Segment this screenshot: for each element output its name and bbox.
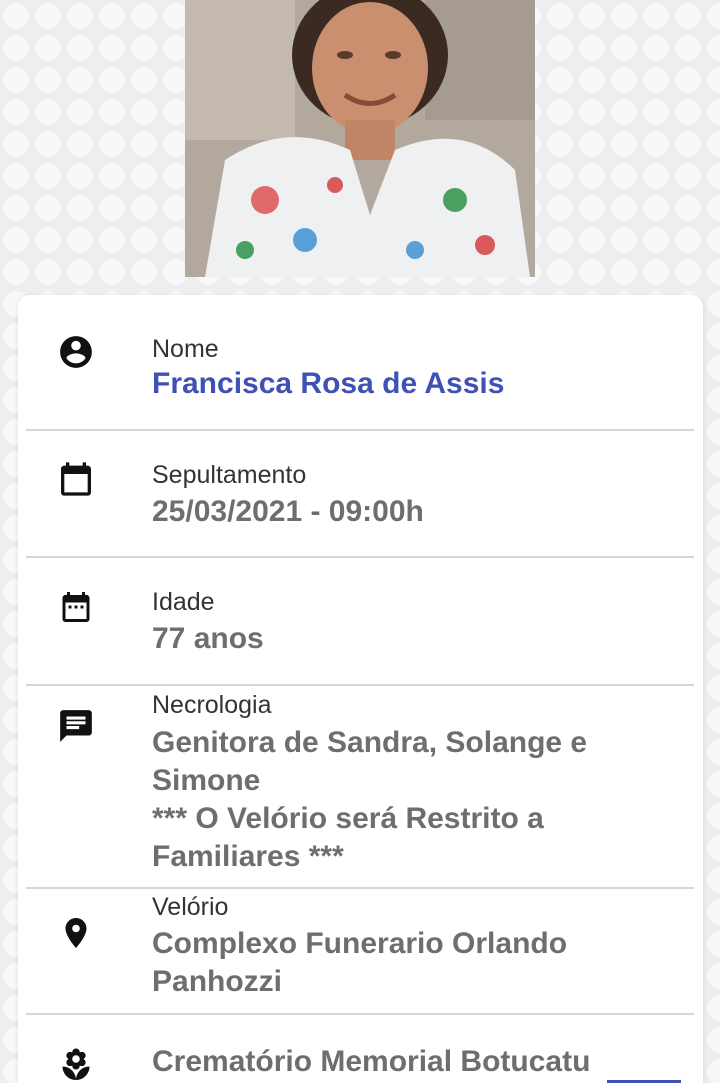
obituary-line: Genitora de Sandra, Solange e: [152, 726, 588, 759]
obituary-text: Genitora de Sandra, Solange e Simone ***…: [152, 724, 672, 876]
wake-location: Complexo Funerario Orlando Panhozzi: [152, 925, 672, 1001]
obituary-line: *** O Velório será Restrito a: [152, 802, 544, 835]
cremation-row: Crematório Memorial Botucatu: [26, 1015, 694, 1083]
wake-line: Complexo Funerario Orlando: [152, 927, 568, 960]
wake-row: Velório Complexo Funerario Orlando Panho…: [26, 889, 694, 1015]
calendar-dots-icon: [56, 587, 96, 627]
wake-label: Velório: [152, 893, 229, 921]
name-value: Francisca Rosa de Assis: [152, 367, 505, 400]
profile-photo: [185, 0, 535, 277]
flower-icon: [56, 1045, 96, 1083]
age-label: Idade: [152, 588, 215, 616]
message-icon: [56, 706, 96, 746]
location-pin-icon: [56, 913, 96, 953]
name-row: Nome Francisca Rosa de Assis: [26, 295, 694, 431]
info-card: Nome Francisca Rosa de Assis Sepultament…: [18, 295, 703, 1083]
obituary-row: Necrologia Genitora de Sandra, Solange e…: [26, 686, 694, 889]
burial-row: Sepultamento 25/03/2021 - 09:00h: [26, 431, 694, 558]
name-label: Nome: [152, 335, 219, 363]
obituary-line: Simone: [152, 764, 261, 797]
wake-line: Panhozzi: [152, 965, 283, 998]
age-row: Idade 77 anos: [26, 558, 694, 686]
age-value: 77 anos: [152, 622, 264, 655]
person-circle-icon: [56, 332, 96, 372]
burial-label: Sepultamento: [152, 461, 307, 489]
calendar-icon: [56, 459, 96, 499]
obituary-line: Familiares ***: [152, 840, 344, 873]
obituary-label: Necrologia: [152, 691, 272, 719]
burial-value: 25/03/2021 - 09:00h: [152, 495, 424, 528]
cremation-value: Crematório Memorial Botucatu: [152, 1045, 591, 1078]
